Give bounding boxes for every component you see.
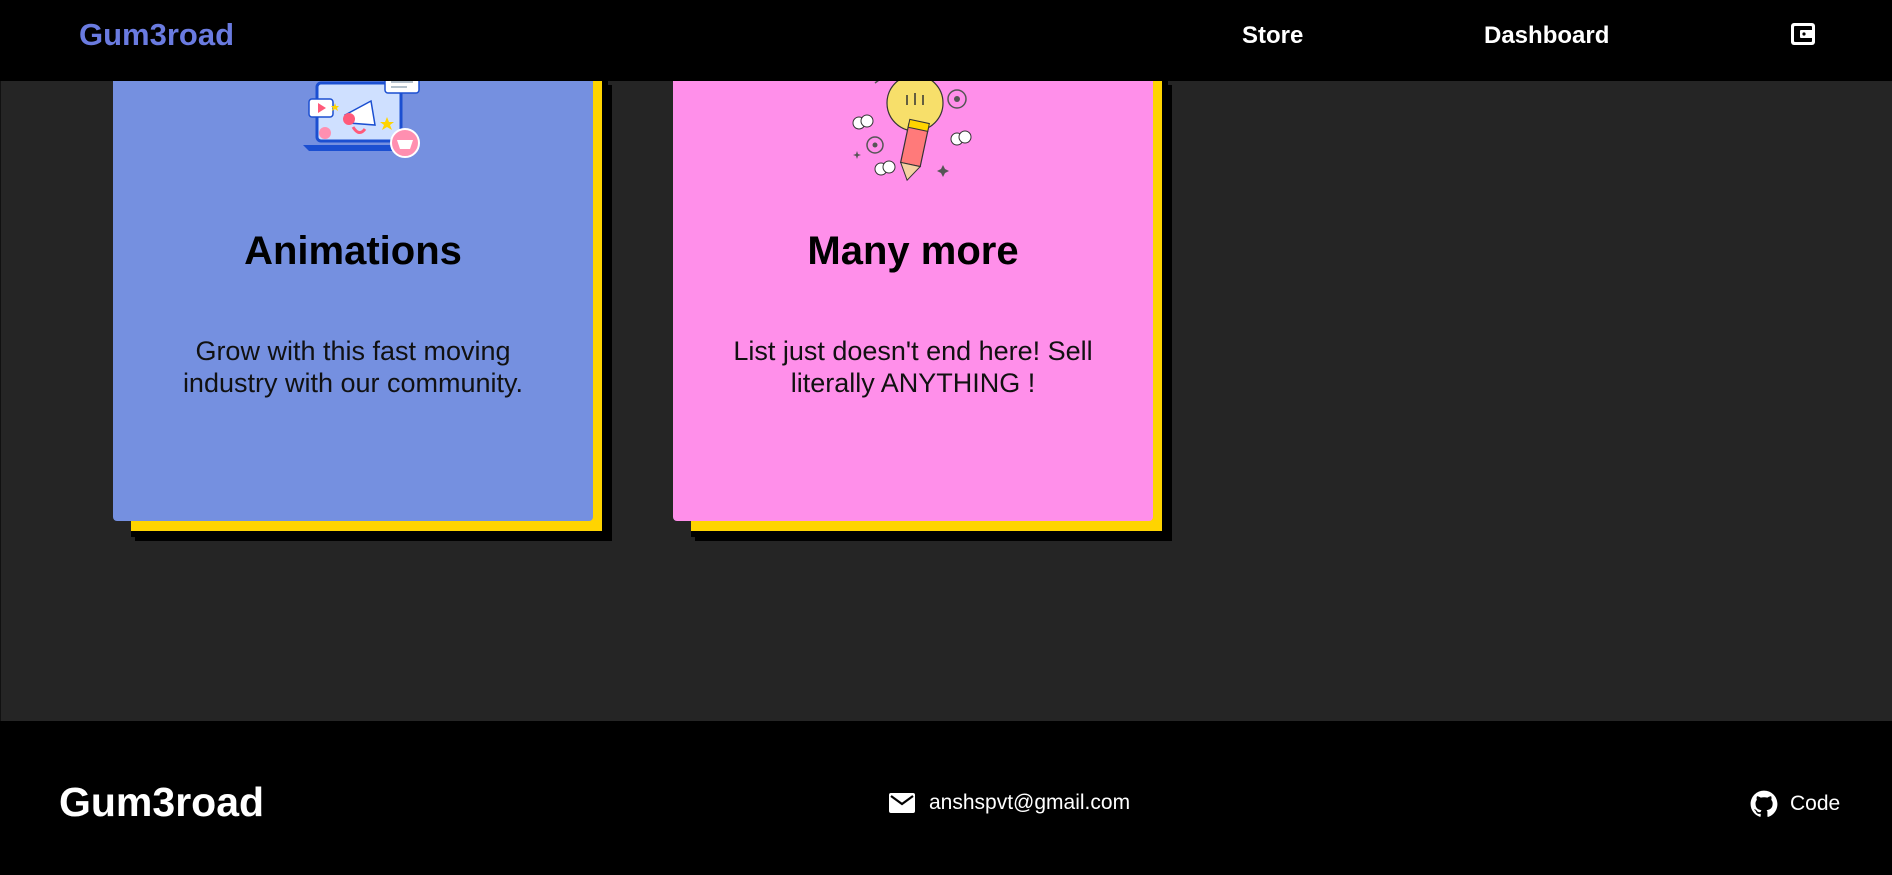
card-body: Many more List just doesn't end here! Se… xyxy=(673,74,1153,521)
top-navbar: Gum3road Store Dashboard xyxy=(0,0,1892,81)
card-description: Grow with this fast moving industry with… xyxy=(182,336,524,398)
card-body: Animations Grow with this fast moving in… xyxy=(113,74,593,521)
footer-brand: Gum3road xyxy=(59,779,265,825)
wallet-icon[interactable] xyxy=(1790,22,1816,46)
lightbulb-pencil-illustration xyxy=(845,73,981,183)
card-title: Animations xyxy=(244,229,462,273)
footer-email-text: anshspvt@gmail.com xyxy=(929,791,1131,814)
feature-card-animations: Animations Grow with this fast moving in… xyxy=(113,74,608,541)
laptop-megaphone-illustration xyxy=(289,73,425,173)
nav-link-store[interactable]: Store xyxy=(1242,22,1303,50)
footer: Gum3road anshspvt@gmail.com Code xyxy=(0,721,1892,875)
github-icon xyxy=(1750,790,1778,817)
footer-email-link[interactable]: anshspvt@gmail.com xyxy=(889,790,1130,816)
brand-logo-link[interactable]: Gum3road xyxy=(79,17,234,53)
nav-link-dashboard[interactable]: Dashboard xyxy=(1484,22,1609,50)
feature-card-many-more: Many more List just doesn't end here! Se… xyxy=(673,74,1168,541)
mail-icon xyxy=(889,793,915,813)
features-section: Animations Grow with this fast moving in… xyxy=(0,74,1892,721)
footer-code-link[interactable]: Code xyxy=(1750,789,1840,819)
card-title: Many more xyxy=(807,229,1019,273)
footer-code-text: Code xyxy=(1790,792,1841,815)
card-description: List just doesn't end here! Sell literal… xyxy=(733,336,1093,398)
